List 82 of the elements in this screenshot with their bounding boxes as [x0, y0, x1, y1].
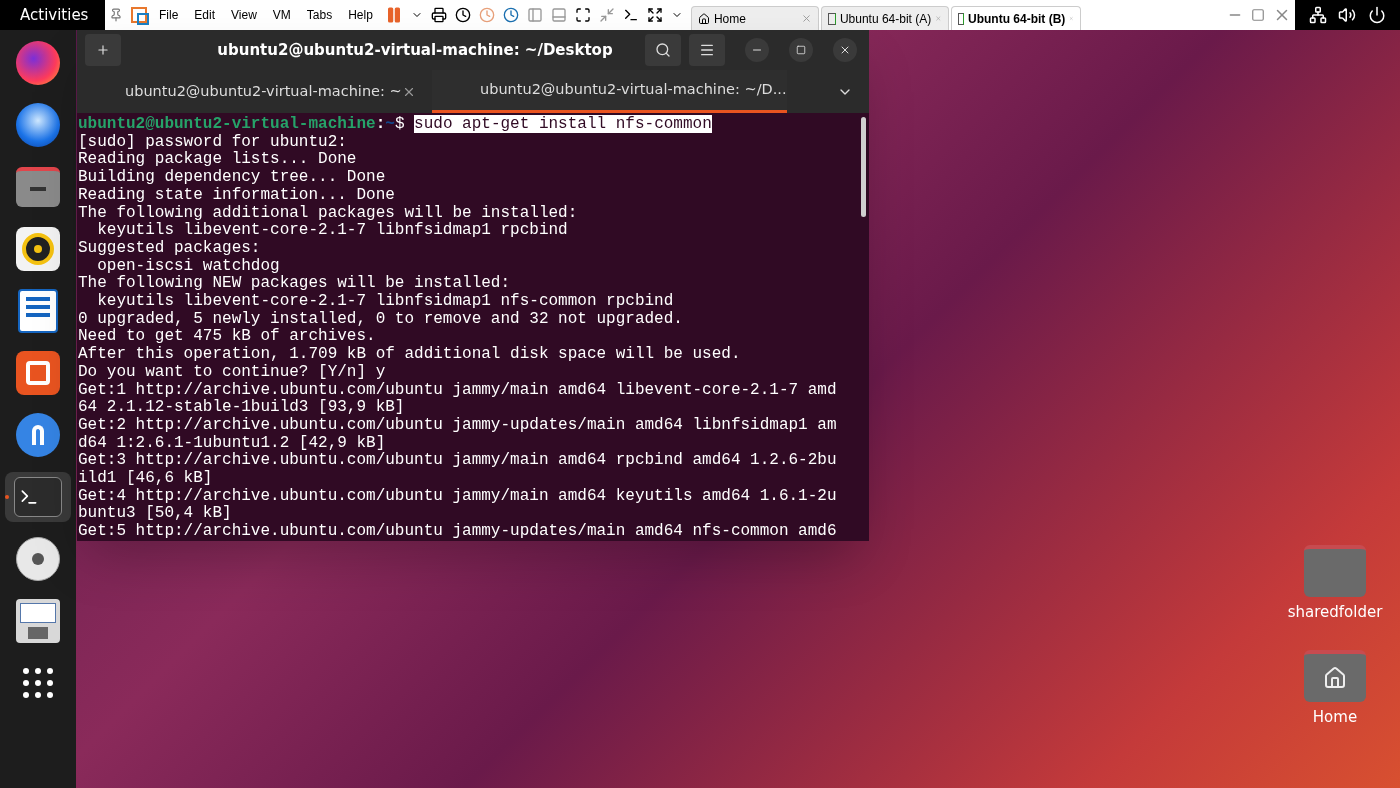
menu-item[interactable]: File	[155, 6, 183, 24]
menu-item[interactable]: Tabs	[302, 6, 337, 24]
output-line: [sudo] password for ubuntu2:	[78, 133, 348, 151]
output-line: Get:5 http://archive.ubuntu.com/ubuntu jammy-updates/main amd64 nfs-common amd6	[78, 523, 838, 541]
speaker-icon	[16, 227, 60, 271]
new-tab-button[interactable]	[85, 34, 121, 66]
output-line: keyutils libevent-core-2.1-7 libnfsidmap1 rpcbind	[96, 222, 569, 240]
window-title: ubuntu2@ubuntu2-virtual-machine: ~/Desktop	[216, 39, 614, 61]
output-line: The following NEW packages will be installed:	[78, 275, 512, 293]
output-line: 0 upgraded, 5 newly installed, 0 to remove and 32 not upgraded.	[78, 310, 684, 328]
vm-tab[interactable]: Home	[690, 6, 819, 30]
volume-icon[interactable]	[1338, 6, 1357, 24]
desktop-icon[interactable]: Home	[1280, 649, 1390, 728]
fullscreen-icon[interactable]	[574, 7, 591, 23]
vmware-logo-icon	[131, 7, 147, 23]
desktop-icon[interactable]: sharedfolder	[1280, 545, 1390, 624]
prompt-separator: :	[375, 115, 386, 133]
prompt-user: ubuntu2@ubuntu2-virtual-machine	[78, 115, 376, 133]
menu-item[interactable]: Edit	[190, 6, 220, 24]
output-line: Building dependency tree... Done	[78, 169, 387, 187]
output-line: open-iscsi watchdog	[96, 257, 281, 275]
tab-label: Home	[713, 10, 747, 28]
plus-icon	[96, 43, 110, 57]
tab-label: ubuntu2@ubuntu2-virtual-machine: ~	[125, 81, 402, 101]
menu-item[interactable]: View	[227, 6, 261, 24]
maximize-button[interactable]	[789, 38, 813, 62]
output-line: Get:3 http://archive.ubuntu.com/ubuntu jammy/main amd64 rpcbind amd64 1.2.6-2bu	[78, 452, 838, 470]
file-cabinet-icon	[16, 167, 60, 207]
vm-tab[interactable]: Ubuntu 64-bit (B)	[950, 6, 1081, 30]
app-grid-icon	[23, 668, 53, 698]
tab-label: ubuntu2@ubuntu2-virtual-machine: ~/D...	[480, 80, 787, 100]
menu-icon	[699, 42, 715, 58]
pin-icon[interactable]	[109, 8, 123, 22]
document-icon	[18, 289, 58, 333]
search-button[interactable]	[645, 34, 681, 66]
tab-label: Ubuntu 64-bit (B)	[968, 10, 1066, 28]
thumbnail-bar-icon[interactable]	[550, 7, 567, 23]
console-icon[interactable]	[622, 7, 639, 23]
output-line: Reading package lists... Done	[78, 151, 358, 169]
scrollbar-thumb[interactable]	[861, 117, 866, 217]
output-line: keyutils libevent-core-2.1-7 libnfsidmap1 nfs-common rpcbind	[96, 293, 675, 311]
output-line: Do you want to continue? [Y/n] y	[78, 363, 387, 382]
home-folder-icon	[1304, 649, 1366, 702]
close-icon	[839, 44, 851, 56]
vm-icon	[827, 12, 836, 25]
power-icon[interactable]	[1368, 6, 1387, 24]
tab-label: Ubuntu 64-bit (A)	[839, 10, 932, 28]
output-line: Get:4 http://archive.ubuntu.com/ubuntu jammy/main amd64 keyutils amd64 1.6.1-2u	[78, 487, 838, 505]
maximize-icon	[796, 45, 806, 55]
stretch-icon[interactable]	[646, 7, 663, 23]
output-line: Suggested packages:	[78, 239, 262, 258]
minimize-button[interactable]	[745, 38, 769, 62]
close-button[interactable]	[833, 38, 857, 62]
menu-item[interactable]: VM	[268, 6, 295, 24]
activities-button[interactable]: Activities	[0, 0, 105, 30]
restore-icon[interactable]	[1251, 8, 1265, 22]
terminal-icon	[14, 477, 62, 517]
output-line: After this operation, 1.709 kB of additional disk space will be used.	[78, 346, 742, 364]
menu-item[interactable]: Help	[344, 6, 377, 24]
selected-command: sudo apt-get install nfs-common	[414, 115, 712, 133]
icon-label: sharedfolder	[1287, 602, 1383, 623]
output-line: buntu3 [50,4 kB]	[78, 505, 233, 523]
search-icon	[655, 42, 671, 58]
menu-button[interactable]	[689, 34, 725, 66]
network-icon[interactable]	[1308, 6, 1327, 24]
output-line: Get:1 http://archive.ubuntu.com/ubuntu jammy/main amd64 libevent-core-2.1-7 amd	[78, 381, 838, 399]
output-line: 64 2.1.12-stable-1build3 [93,9 kB]	[78, 399, 406, 417]
output-line: d64 1:2.6.1-1ubuntu1.2 [42,9 kB]	[78, 434, 387, 452]
prompt-path: ~	[385, 115, 395, 133]
home-icon	[697, 12, 710, 25]
vm-icon	[957, 12, 964, 25]
terminal-tab[interactable]: ubuntu2@ubuntu2-virtual-machine: ~	[77, 70, 432, 113]
output-line: Reading state information... Done	[78, 186, 396, 205]
prompt-symbol: $	[394, 115, 405, 133]
icon-label: Home	[1312, 706, 1358, 728]
output-line: Need to get 475 kB of archives.	[78, 328, 377, 346]
vm-tab[interactable]: Ubuntu 64-bit (A)	[820, 6, 949, 30]
output-line: Get:2 http://archive.ubuntu.com/ubuntu jammy-updates/main amd64 libnfsidmap1 am	[78, 416, 838, 435]
folder-icon	[1304, 545, 1366, 597]
output-line: ild1 [46,6 kB]	[78, 470, 214, 488]
output-line: The following additional packages will be installed:	[78, 204, 579, 222]
sidebar-icon[interactable]	[526, 7, 543, 23]
